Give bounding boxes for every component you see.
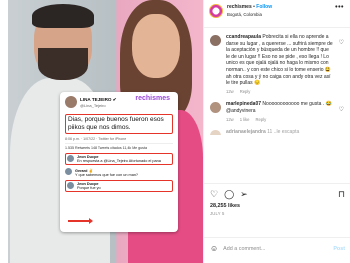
comment: ccandreapaula Pobrecita si ella no apren…: [210, 34, 344, 95]
post-username[interactable]: rechismes: [227, 4, 252, 10]
tweet-text: Dias, porque buenos fueron esos piikos q…: [65, 114, 173, 134]
comment: marlepineda07 Noooooooooooo me gusta . 😂…: [210, 101, 344, 123]
reply-text: Porque fue yo: [77, 186, 101, 190]
post-actions: ♡ ◯ ➢ ⊓ 28,255 likes JULY 5: [204, 183, 350, 220]
reply-avatar: [67, 155, 74, 162]
tweet-reply: Jeon Ducpe Porque fue yo: [65, 180, 173, 192]
man-hair: [32, 4, 94, 28]
comment-time[interactable]: 12w: [226, 117, 234, 124]
tweet-meta: 8:06 p.m. · 1/07/22 · Twitter for iPhone: [65, 137, 127, 141]
comment-text: Pobrecita si ella no aprende a darse su …: [226, 34, 333, 87]
woman-face: [132, 14, 180, 78]
red-arrow-annotation: [68, 218, 93, 224]
comment-likes[interactable]: 1 like: [240, 117, 250, 124]
comment-avatar[interactable]: [210, 102, 221, 114]
post-date: JULY 5: [210, 211, 225, 216]
comments-list: ccandreapaula Pobrecita si ella no apren…: [204, 28, 350, 136]
comment-input[interactable]: Add a comment...: [223, 246, 265, 252]
comment-reply-button[interactable]: Reply: [240, 89, 251, 96]
bookmark-icon[interactable]: ⊓: [338, 189, 345, 200]
heart-icon[interactable]: ♡: [339, 39, 344, 95]
share-paper-plane-icon[interactable]: ➢: [240, 189, 248, 200]
heart-icon[interactable]: ♡: [339, 106, 344, 123]
like-heart-icon[interactable]: ♡: [210, 189, 218, 200]
comment-reply-button[interactable]: Reply: [255, 117, 266, 124]
comment-bubble-icon[interactable]: ◯: [224, 189, 234, 200]
add-comment-bar: ☺ Add a comment... Post: [204, 237, 350, 259]
likes-count[interactable]: 28,255 likes: [210, 203, 345, 209]
reply-avatar: [65, 168, 72, 175]
comment-time[interactable]: 12w: [226, 89, 234, 96]
comment: adrianaelejandra 11 ..le escapta: [210, 129, 344, 136]
more-icon[interactable]: •••: [335, 4, 344, 11]
comment-username[interactable]: adrianaelejandra: [226, 129, 266, 135]
comment-username[interactable]: ccandreapaula: [226, 34, 261, 40]
comment-username[interactable]: marlepineda07: [226, 101, 261, 107]
reply-text: En respuesta a @Lina_Tejeiro Afortunado …: [77, 159, 161, 163]
comment-avatar[interactable]: [210, 35, 221, 46]
post-media[interactable]: LINA TEJEIRO ✔ @Lina_Tejeiro rechismes D…: [8, 0, 203, 263]
comments-panel: rechismes • Follow Bogotá, Colombia ••• …: [203, 0, 350, 263]
emoji-icon[interactable]: ☺: [210, 244, 218, 253]
tweet-avatar: [65, 96, 77, 108]
post-comment-button[interactable]: Post: [333, 246, 345, 252]
tweet-stats: 1.535 Retweets 148 Tweets citados 11,4k …: [65, 143, 173, 150]
post-header: rechismes • Follow Bogotá, Colombia •••: [204, 0, 350, 28]
reply-text: Y que sabemos que fue con un man?: [75, 173, 139, 177]
post-location[interactable]: Bogotá, Colombia: [227, 11, 331, 18]
profile-avatar[interactable]: [209, 4, 223, 18]
reply-avatar: [67, 182, 74, 189]
man-beard: [38, 48, 88, 80]
tweet-card: LINA TEJEIRO ✔ @Lina_Tejeiro rechismes D…: [60, 92, 178, 232]
comment-avatar[interactable]: [210, 130, 221, 136]
tweet-reply: Gerard ✌ Y que sabemos que fue con un man…: [65, 168, 173, 177]
comment-text: 11 ..le escapta: [267, 129, 300, 136]
rechismes-logo: rechismes: [133, 94, 172, 103]
tweet-reply: Jeon Ducpe En respuesta a @Lina_Tejeiro A…: [65, 153, 173, 165]
tweet-author-handle: @Lina_Tejeiro: [80, 102, 106, 108]
header-separator: •: [253, 4, 255, 10]
tweet-author-name: LINA TEJEIRO ✔: [80, 96, 117, 102]
follow-button[interactable]: Follow: [256, 4, 272, 10]
